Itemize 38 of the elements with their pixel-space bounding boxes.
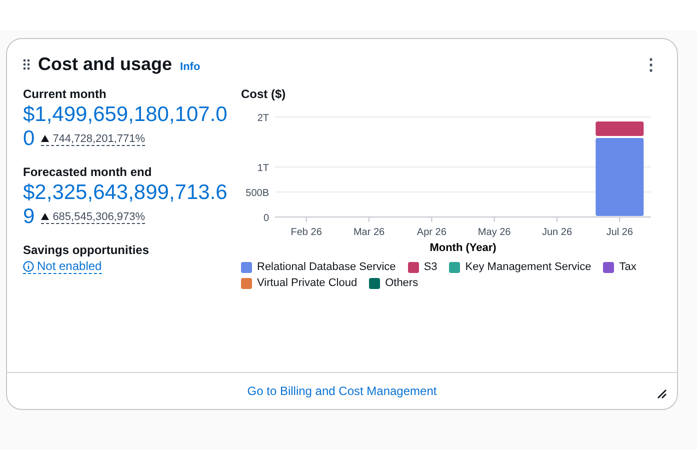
- metric-label: Current month: [23, 87, 108, 101]
- metric-value: $1,499,659,180,107.0: [23, 103, 228, 126]
- legend-item[interactable]: Others: [369, 277, 418, 289]
- change-percentage: 744,728,201,771%: [40, 132, 146, 146]
- legend-item[interactable]: Key Management Service: [449, 261, 592, 273]
- savings-status-link[interactable]: Not enabled: [23, 259, 102, 274]
- x-tick-label: May 26: [478, 227, 511, 238]
- x-tick-label: Feb 26: [290, 227, 322, 238]
- drag-handle-icon[interactable]: [23, 59, 30, 70]
- x-tick-label: Apr 26: [416, 227, 446, 238]
- y-tick-label: 0: [263, 213, 269, 224]
- x-tick-label: Jun 26: [542, 227, 572, 238]
- legend-item[interactable]: Tax: [603, 261, 636, 273]
- info-link[interactable]: Info: [180, 60, 200, 72]
- legend-item[interactable]: S3: [408, 261, 438, 273]
- legend-item[interactable]: Virtual Private Cloud: [241, 277, 358, 289]
- bar-segment: [596, 122, 644, 136]
- savings-label: Savings opportunities: [23, 243, 150, 257]
- menu-button[interactable]: ⋮: [641, 54, 661, 74]
- info-icon: [23, 260, 34, 272]
- billing-link[interactable]: Go to Billing and Cost Management: [247, 384, 437, 398]
- x-tick-label: Mar 26: [353, 227, 385, 238]
- up-triangle-icon: [40, 134, 49, 142]
- metric-value: 0: [23, 127, 35, 151]
- x-axis-title: Month (Year): [430, 242, 496, 254]
- metric-label: Forecasted month end: [23, 165, 153, 179]
- x-tick-label: Jul 26: [606, 227, 633, 238]
- metric-value: 9: [23, 205, 35, 229]
- y-tick-label: 1T: [257, 163, 269, 174]
- widget-title: Cost and usage: [38, 54, 172, 75]
- up-triangle-icon: [40, 212, 49, 220]
- resize-handle-icon[interactable]: [657, 389, 667, 399]
- metric-value: $2,325,643,899,713.6: [23, 181, 228, 204]
- y-tick-label: 500B: [246, 188, 269, 199]
- y-axis-title: Cost ($): [241, 87, 287, 101]
- y-tick-label: 2T: [257, 113, 269, 124]
- change-percentage: 685,545,306,973%: [40, 210, 146, 224]
- legend-item[interactable]: Relational Database Service: [241, 261, 396, 273]
